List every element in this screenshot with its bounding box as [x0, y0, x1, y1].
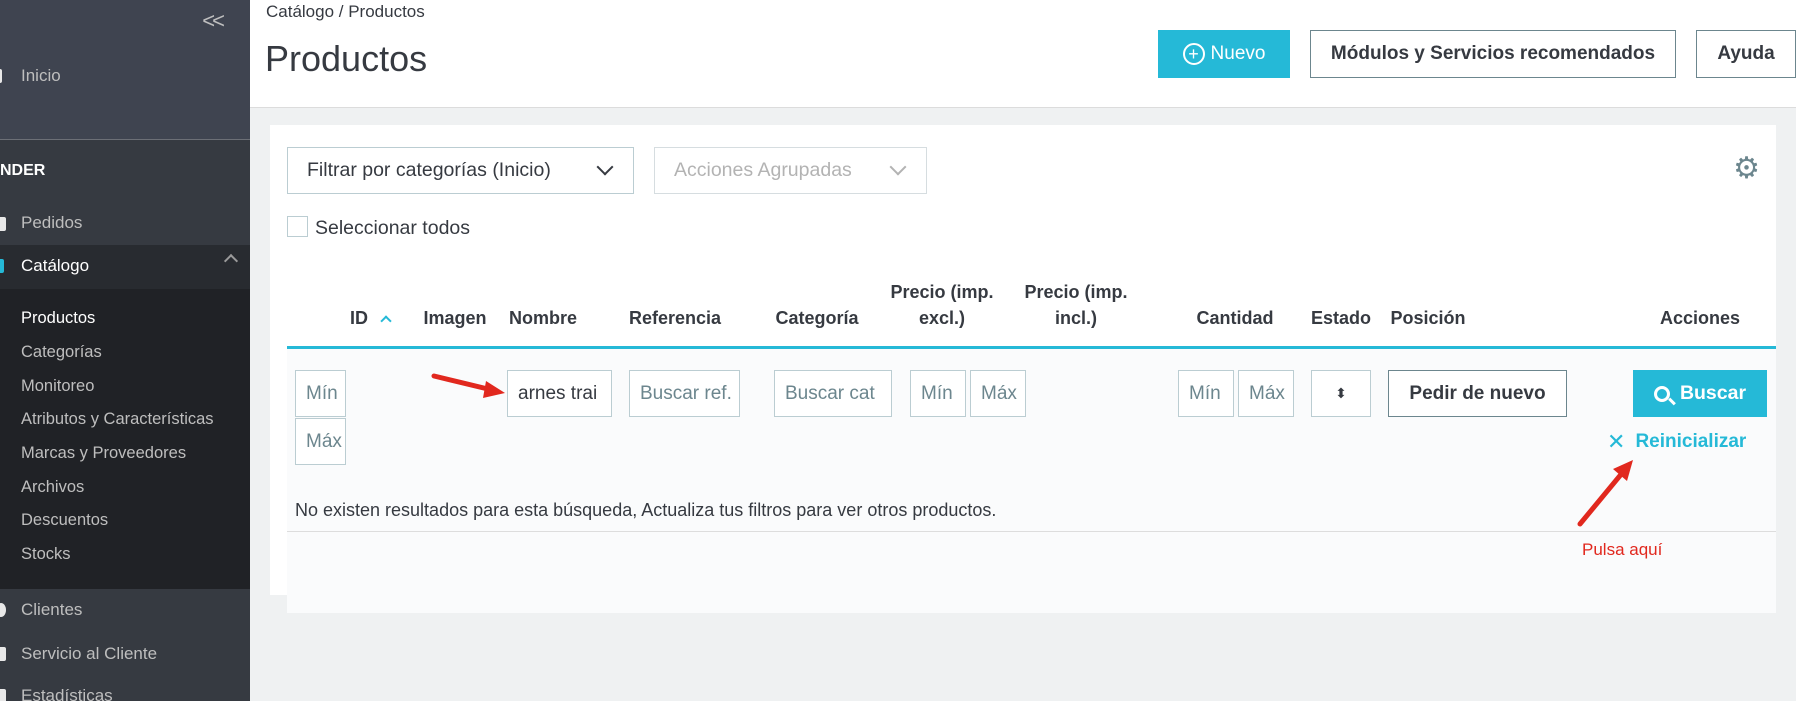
arrow-to-reset-button [1577, 460, 1633, 527]
arrow-to-name-input [431, 373, 505, 398]
annotation-arrows [431, 373, 1633, 527]
annotation-label: Pulsa aquí [1582, 540, 1663, 559]
